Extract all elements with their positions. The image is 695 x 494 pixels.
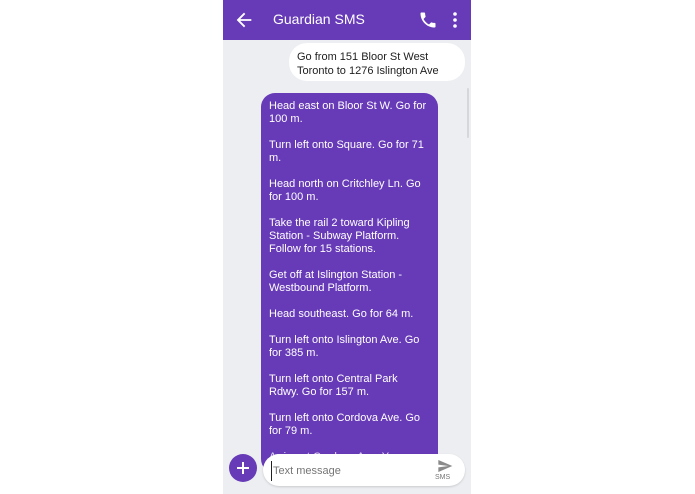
direction-step: Head north on Critchley Ln. Go for 100 m…: [269, 178, 421, 203]
send-mode-label: SMS: [435, 474, 451, 481]
incoming-message[interactable]: Head east on Bloor St W. Go for 100 m. T…: [261, 93, 438, 473]
direction-step: Get off at Islington Station - Westbound…: [269, 269, 403, 294]
direction-step: Turn left onto Square. Go for 71 m.: [269, 139, 424, 164]
outgoing-message[interactable]: Go from 151 Bloor St West Toronto to 127…: [289, 43, 465, 81]
phone-screen: Guardian SMS Go from 151 Bloor St West T…: [223, 0, 471, 494]
direction-step: Turn left onto Cordova Ave. Go for 79 m.: [269, 412, 421, 437]
direction-step: Turn left onto Islington Ave. Go for 385…: [269, 334, 420, 359]
direction-step: Take the rail 2 toward Kipling Station -…: [269, 217, 410, 255]
direction-step: Turn left onto Central Park Rdwy. Go for…: [269, 373, 398, 398]
scrollbar[interactable]: [467, 88, 469, 138]
outgoing-message-text: Go from 151 Bloor St West Toronto to 127…: [297, 51, 439, 77]
send-icon[interactable]: [437, 458, 453, 474]
conversation-title: Guardian SMS: [273, 11, 365, 27]
message-composer: SMS: [263, 454, 465, 486]
direction-step: Head east on Bloor St W. Go for 100 m.: [269, 100, 427, 125]
add-attachment-button[interactable]: [229, 454, 257, 482]
direction-step: Head southeast. Go for 64 m.: [269, 308, 414, 320]
phone-icon[interactable]: [418, 10, 438, 30]
app-bar: Guardian SMS: [223, 0, 471, 40]
message-input[interactable]: [271, 461, 425, 481]
more-vert-icon[interactable]: [448, 10, 462, 30]
plus-icon: [237, 462, 249, 474]
arrow-back-icon[interactable]: [233, 9, 255, 31]
